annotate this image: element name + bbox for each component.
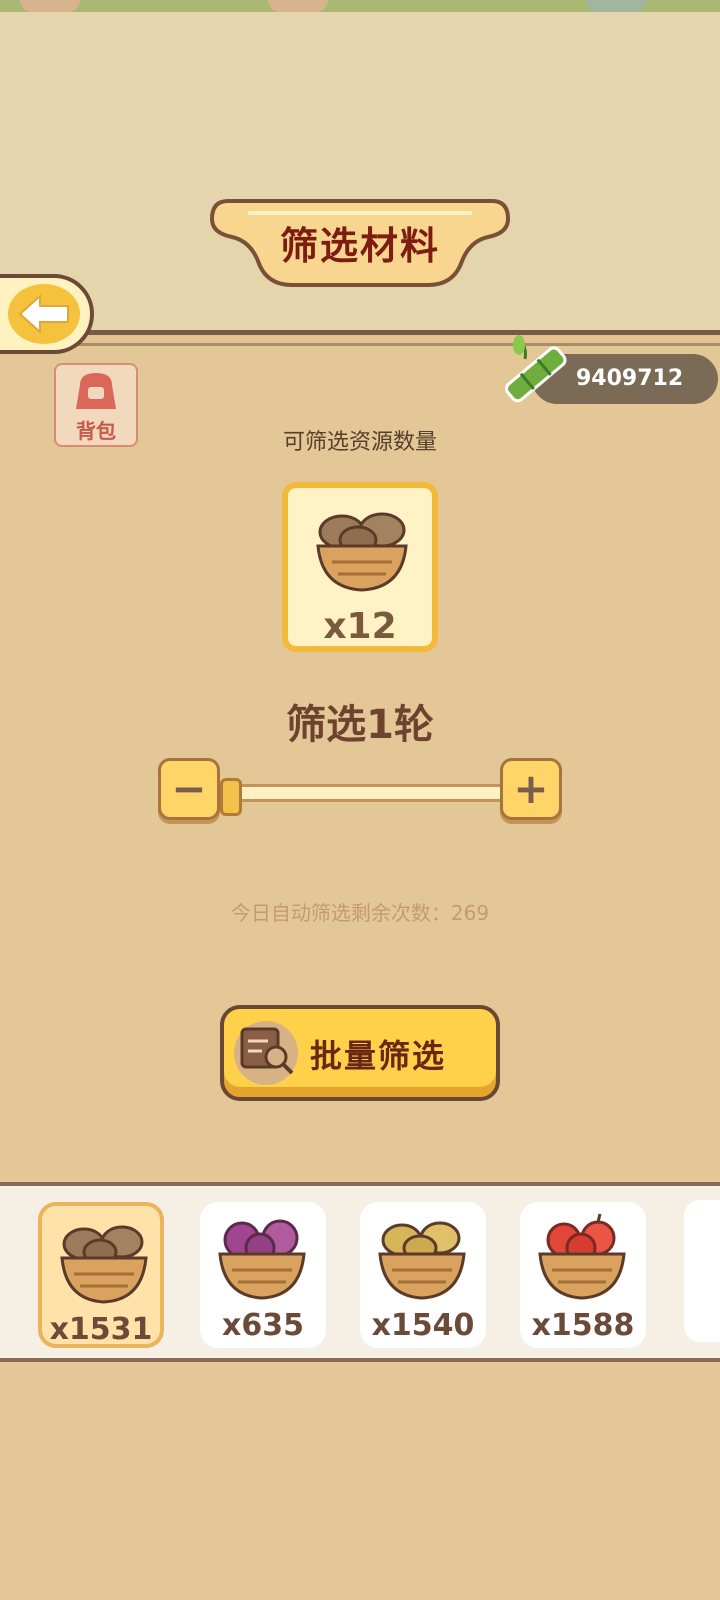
back-button[interactable] [0, 274, 94, 354]
inventory-bar: x1531 x635 x1540 x1588 [0, 1182, 720, 1362]
inventory-item-partial[interactable] [684, 1200, 720, 1342]
rounds-slider-track[interactable] [222, 784, 512, 802]
batch-sift-button[interactable]: 批量筛选 [220, 1005, 500, 1101]
header-divider [0, 330, 720, 346]
inventory-qty: x1531 [49, 1312, 153, 1347]
bamboo-icon [505, 335, 567, 403]
selected-material-card[interactable]: x12 [282, 482, 438, 652]
inventory-qty: x1588 [531, 1308, 635, 1343]
backpack-icon [76, 373, 116, 409]
inventory-item-yellow-potato[interactable]: x1540 [360, 1202, 486, 1348]
top-scene-strip [0, 0, 720, 12]
inventory-qty: x1540 [371, 1308, 475, 1343]
arrow-left-icon [18, 293, 69, 335]
purple-cabbage-basket-icon [218, 1219, 306, 1300]
inventory-item-potato[interactable]: x1531 [38, 1202, 164, 1348]
potato-basket-icon [316, 512, 408, 592]
title-banner: 筛选材料 [208, 197, 512, 291]
potato-basket-icon [60, 1225, 148, 1304]
rounds-slider-thumb[interactable] [220, 778, 242, 816]
inventory-item-purple-cabbage[interactable]: x635 [200, 1202, 326, 1348]
selected-material-count: x12 [323, 606, 397, 647]
currency-value: 9409712 [576, 366, 684, 391]
apple-basket-icon [538, 1213, 626, 1300]
increase-button[interactable]: + [500, 758, 562, 820]
inventory-qty: x635 [222, 1308, 304, 1343]
batch-sift-label: 批量筛选 [310, 1037, 447, 1075]
inventory-item-apple[interactable]: x1588 [520, 1202, 646, 1348]
minus-icon: − [171, 764, 207, 813]
decrease-button[interactable]: − [158, 758, 220, 820]
rounds-label: 筛选1轮 [286, 702, 434, 748]
available-resources-label: 可筛选资源数量 [282, 430, 437, 455]
plus-icon: + [513, 764, 549, 813]
yellow-potato-basket-icon [378, 1221, 466, 1300]
search-document-icon [240, 1027, 294, 1075]
remaining-auto-sift-label: 今日自动筛选剩余次数：269 [230, 901, 490, 925]
page-title: 筛选材料 [279, 224, 440, 268]
